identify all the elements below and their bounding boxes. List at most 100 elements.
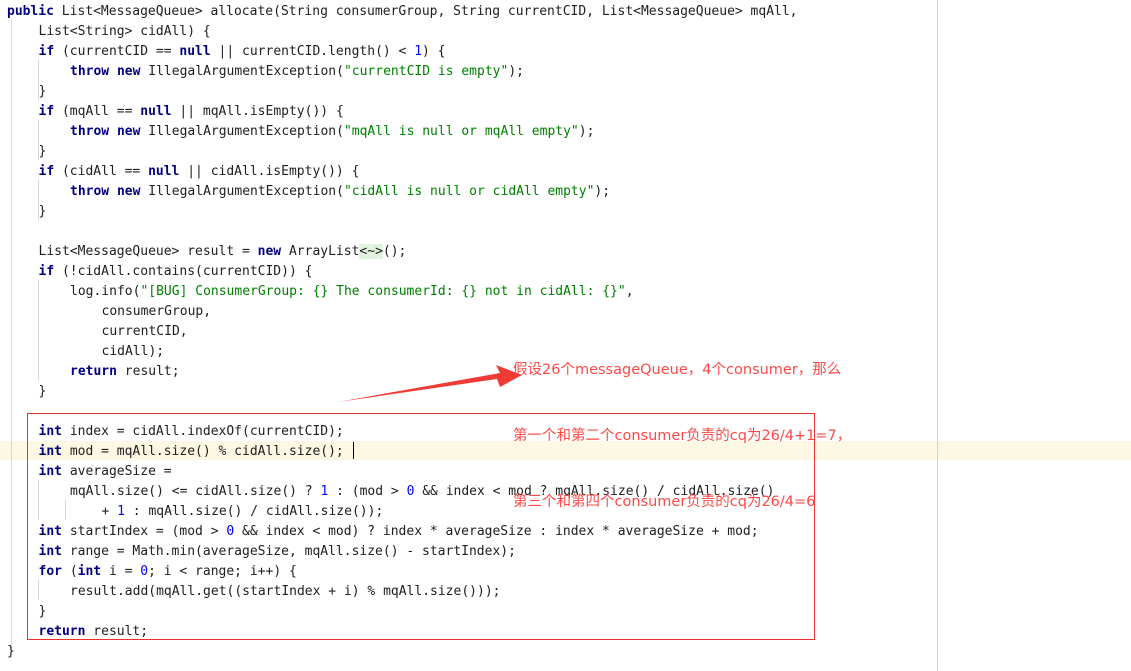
code-line[interactable]: currentCID, (102, 322, 188, 342)
code-token: return (38, 624, 94, 639)
code-line[interactable]: return result; (70, 362, 180, 382)
code-line[interactable]: int mod = mqAll.size() % cidAll.size(); (39, 442, 344, 462)
code-token: consumerGroup, (101, 304, 212, 319)
code-line[interactable]: log.info("[BUG] ConsumerGroup: {} The co… (70, 282, 634, 302)
code-token: List<String> cidAll) { (38, 24, 211, 39)
code-line[interactable]: return result; (39, 622, 149, 642)
code-token: int (38, 524, 70, 539)
code-token: ( (69, 564, 78, 579)
code-token: throw new (70, 184, 149, 199)
code-token: } (38, 84, 47, 99)
code-token: int (38, 464, 70, 479)
code-token: ; i < range; i++) { (148, 564, 297, 579)
code-token: mqAll.size() <= cidAll.size() ? (70, 484, 321, 499)
code-token: ); (508, 64, 524, 79)
code-token: "[BUG] ConsumerGroup: {} The consumerId:… (140, 284, 626, 299)
code-token: if (38, 104, 62, 119)
code-line[interactable]: } (7, 642, 15, 662)
code-line[interactable]: int averageSize = (39, 462, 172, 482)
code-line[interactable]: if (mqAll == null || mqAll.isEmpty()) { (39, 102, 344, 122)
code-token: i = (108, 564, 141, 579)
code-line[interactable]: throw new IllegalArgumentException("cidA… (70, 182, 610, 202)
code-line[interactable]: int index = cidAll.indexOf(currentCID); (39, 422, 344, 442)
code-token: public (7, 4, 62, 19)
code-token: result.add(mqAll.get((startIndex + i) % … (70, 584, 501, 599)
code-token: } (7, 644, 15, 659)
code-line[interactable]: cidAll); (102, 342, 165, 362)
code-line[interactable]: public List<MessageQueue> allocate(Strin… (7, 2, 798, 22)
code-token: if (38, 164, 62, 179)
code-token: null (148, 164, 180, 179)
code-token: || mqAll.isEmpty()) { (171, 104, 344, 119)
code-token: ); (594, 184, 611, 199)
code-token: mod = mqAll.size() % cidAll.size(); (69, 444, 344, 459)
code-token: 0 (140, 564, 149, 579)
code-token: int (38, 544, 70, 559)
code-line[interactable]: int range = Math.min(averageSize, mqAll.… (39, 542, 516, 562)
code-token: index = cidAll.indexOf(currentCID); (69, 424, 344, 439)
code-token: IllegalArgumentException( (148, 124, 344, 139)
code-token: cidAll); (101, 344, 165, 359)
code-line[interactable]: + 1 : mqAll.size() / cidAll.size()); (102, 502, 384, 522)
code-line[interactable]: result.add(mqAll.get((startIndex + i) % … (70, 582, 500, 602)
code-token: result; (124, 364, 180, 379)
code-token: } (38, 604, 47, 619)
annotation-line-3: 第三个和第四个consumer负责的cq为26/4=6 (513, 494, 816, 510)
code-token: (cidAll == (61, 164, 149, 179)
code-token: if (38, 44, 62, 59)
code-token: "currentCID is empty" (343, 64, 509, 79)
code-token: range = Math.min(averageSize, mqAll.size… (69, 544, 516, 559)
code-editor[interactable]: public List<MessageQueue> allocate(Strin… (0, 0, 1131, 671)
code-token: result; (93, 624, 149, 639)
code-token: 1 (117, 504, 125, 519)
code-token: for (38, 564, 70, 579)
code-token: if (38, 264, 62, 279)
code-token: (mqAll == (61, 104, 141, 119)
code-token: (!cidAll.contains(currentCID)) { (61, 264, 313, 279)
code-line[interactable]: if (cidAll == null || cidAll.isEmpty()) … (39, 162, 360, 182)
code-token: ArrayList (288, 244, 360, 259)
code-line[interactable]: throw new IllegalArgumentException("mqAl… (70, 122, 594, 142)
code-token: (currentCID == (61, 44, 180, 59)
code-token: || cidAll.isEmpty()) { (179, 164, 360, 179)
code-line[interactable]: } (39, 382, 47, 402)
code-token: "cidAll is null or cidAll empty" (343, 184, 595, 199)
code-token: startIndex = (mod > (69, 524, 227, 539)
code-token: ); (578, 124, 595, 139)
text-caret (353, 442, 354, 459)
code-line[interactable]: if (currentCID == null || currentCID.len… (39, 42, 446, 62)
code-token: IllegalArgumentException( (148, 64, 344, 79)
code-line[interactable]: } (39, 142, 47, 162)
code-line[interactable]: List<MessageQueue> result = new ArrayLis… (39, 242, 407, 262)
code-token: currentCID, (101, 324, 188, 339)
code-line[interactable]: consumerGroup, (102, 302, 212, 322)
code-token: new (257, 244, 289, 259)
code-token: ) { (422, 44, 446, 59)
code-line[interactable]: } (39, 82, 47, 102)
code-token: int (77, 564, 109, 579)
annotation-text: 假设26个messageQueue，4个consumer，那么 第一个和第二个c… (513, 315, 851, 557)
code-token: throw new (70, 124, 149, 139)
code-token: null (140, 104, 172, 119)
annotation-line-1: 假设26个messageQueue，4个consumer，那么 (513, 362, 842, 378)
code-token: log.info( (70, 284, 141, 299)
code-token: null (179, 44, 211, 59)
code-line[interactable]: if (!cidAll.contains(currentCID)) { (39, 262, 313, 282)
code-line[interactable]: for (int i = 0; i < range; i++) { (39, 562, 297, 582)
code-token: 1 (414, 44, 423, 59)
code-token: "mqAll is null or mqAll empty" (343, 124, 579, 139)
code-token: int (38, 444, 70, 459)
code-line[interactable]: } (39, 202, 47, 222)
code-token: } (38, 384, 47, 399)
code-token: } (38, 204, 47, 219)
code-line[interactable]: List<String> cidAll) { (39, 22, 211, 42)
code-token: List<MessageQueue> allocate(String consu… (61, 4, 798, 19)
code-token: + (101, 504, 118, 519)
code-line[interactable]: throw new IllegalArgumentException("curr… (70, 62, 524, 82)
code-token: } (38, 144, 47, 159)
code-line[interactable]: } (39, 602, 47, 622)
code-token: averageSize = (69, 464, 172, 479)
code-token: 0 (226, 524, 235, 539)
code-token: (); (382, 244, 407, 259)
code-token: return (70, 364, 125, 379)
